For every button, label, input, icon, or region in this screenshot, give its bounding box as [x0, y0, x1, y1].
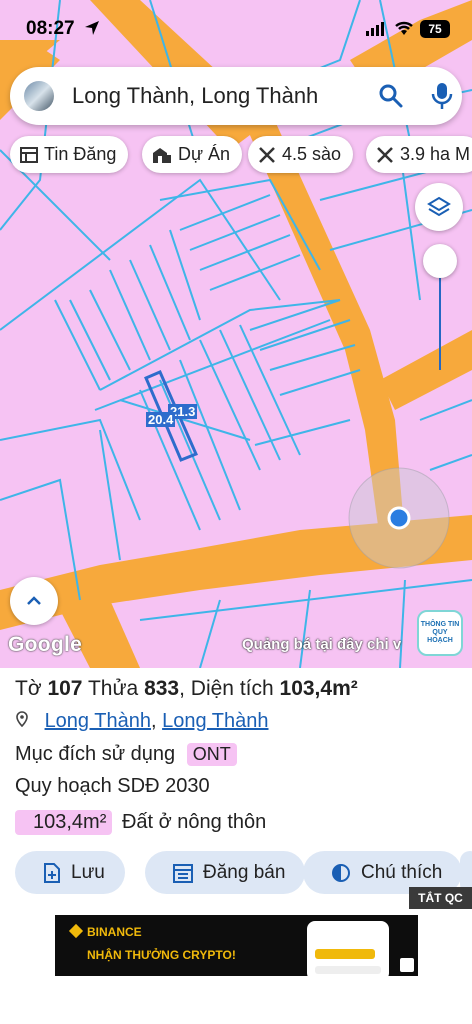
chip-area-ha[interactable]: 3.9 ha M [366, 136, 472, 173]
chip-label: 4.5 sào [282, 144, 342, 164]
close-ad-button[interactable]: TẮT QC [409, 887, 472, 909]
ad-phone-row [315, 966, 381, 974]
buildings-icon [153, 147, 171, 163]
chip-label: Dự Án [178, 144, 231, 164]
newspaper-icon [20, 146, 38, 163]
location-pin-icon [16, 711, 28, 727]
ad-phone-image [307, 921, 389, 976]
ad-headline: NHẬN THƯỞNG CRYPTO! [87, 948, 236, 962]
contrast-icon [332, 863, 350, 882]
map-view[interactable]: 21.3 20.4 08:27 75 Long Thành, Long Thàn… [0, 0, 472, 668]
to-value: 107 [47, 677, 83, 700]
sell-post-button-label: Đăng bán [203, 861, 286, 883]
map-ad-text[interactable]: Quảng bá tại đây chi v [242, 636, 401, 653]
google-logo: Google [8, 633, 83, 656]
opacity-slider-thumb[interactable] [423, 244, 457, 278]
microphone-icon[interactable] [430, 82, 454, 110]
save-button[interactable]: Lưu [15, 851, 125, 894]
adchoices-icon[interactable] [400, 958, 414, 972]
location-link-ward[interactable]: Long Thành [162, 710, 268, 732]
ad-brand: BINANCE [87, 925, 142, 939]
chevron-up-icon [27, 596, 41, 605]
separator-comma: , [179, 677, 185, 700]
search-input[interactable]: Long Thành, Long Thành [72, 83, 318, 109]
measure-icon [377, 146, 393, 163]
thua-value: 833 [144, 677, 180, 700]
thua-label: Thửa [87, 677, 139, 700]
ad-phone-button [315, 949, 375, 959]
expand-up-button[interactable] [10, 577, 58, 625]
layers-icon [427, 196, 451, 217]
land-use-purpose: Mục đích sử dụng ONT [15, 743, 237, 766]
search-icon[interactable] [378, 83, 404, 109]
planning-title: Quy hoạch SDĐ 2030 [15, 775, 210, 797]
to-label: Tờ [15, 677, 42, 700]
badge-line: QUY HOẠCH [427, 629, 453, 644]
land-type-label: Đất ở nông thôn [121, 811, 267, 833]
layers-button[interactable] [415, 183, 463, 231]
parcel-title: Tờ 107 Thửa 833, Diện tích 103,4m² [15, 677, 358, 701]
planning-info-badge[interactable]: THÔNG TIN QUY HOẠCH [417, 610, 463, 656]
binance-logo-icon [68, 923, 84, 939]
wifi-icon [395, 21, 413, 35]
add-file-icon [44, 862, 60, 883]
save-button-label: Lưu [71, 861, 105, 883]
purpose-code-badge: ONT [186, 743, 237, 766]
opacity-slider-track[interactable] [439, 262, 441, 370]
status-bar: 08:27 75 [0, 0, 472, 58]
measure-icon [259, 146, 275, 163]
badge-line: THÔNG TIN [420, 621, 460, 629]
purpose-label: Mục đích sử dụng [15, 743, 176, 765]
status-time: 08:27 [26, 18, 75, 39]
chip-tin-dang[interactable]: Tin Đăng [10, 136, 129, 173]
area-badge: 103,4m² [15, 810, 113, 835]
legend-button-label: Chú thích [361, 861, 443, 883]
battery-indicator: 75 [420, 20, 450, 38]
land-type-row: 103,4m² Đất ở nông thôn [15, 810, 266, 835]
chip-du-an[interactable]: Dự Án [142, 136, 243, 173]
avatar[interactable] [24, 81, 54, 111]
signal-icon [366, 22, 384, 36]
chip-label: 3.9 ha M [400, 144, 471, 164]
area-label: Diện tích [190, 677, 274, 700]
parcel-location: Long Thành, Long Thành [15, 710, 269, 733]
area-value: 103,4m² [279, 677, 358, 700]
parcel-dimension-label: 20.4 [146, 412, 176, 427]
chip-area-sao[interactable]: 4.5 sào [248, 136, 354, 173]
ad-banner[interactable]: BINANCE NHẬN THƯỞNG CRYPTO! [55, 915, 418, 976]
location-arrow-icon [85, 21, 99, 35]
calendar-list-icon [173, 863, 193, 883]
chip-label: Tin Đăng [44, 144, 117, 164]
search-bar[interactable]: Long Thành, Long Thành [10, 67, 462, 125]
location-link-district[interactable]: Long Thành [45, 710, 151, 732]
sell-post-button[interactable]: Đăng bán [145, 851, 306, 894]
separator-comma: , [150, 710, 163, 732]
